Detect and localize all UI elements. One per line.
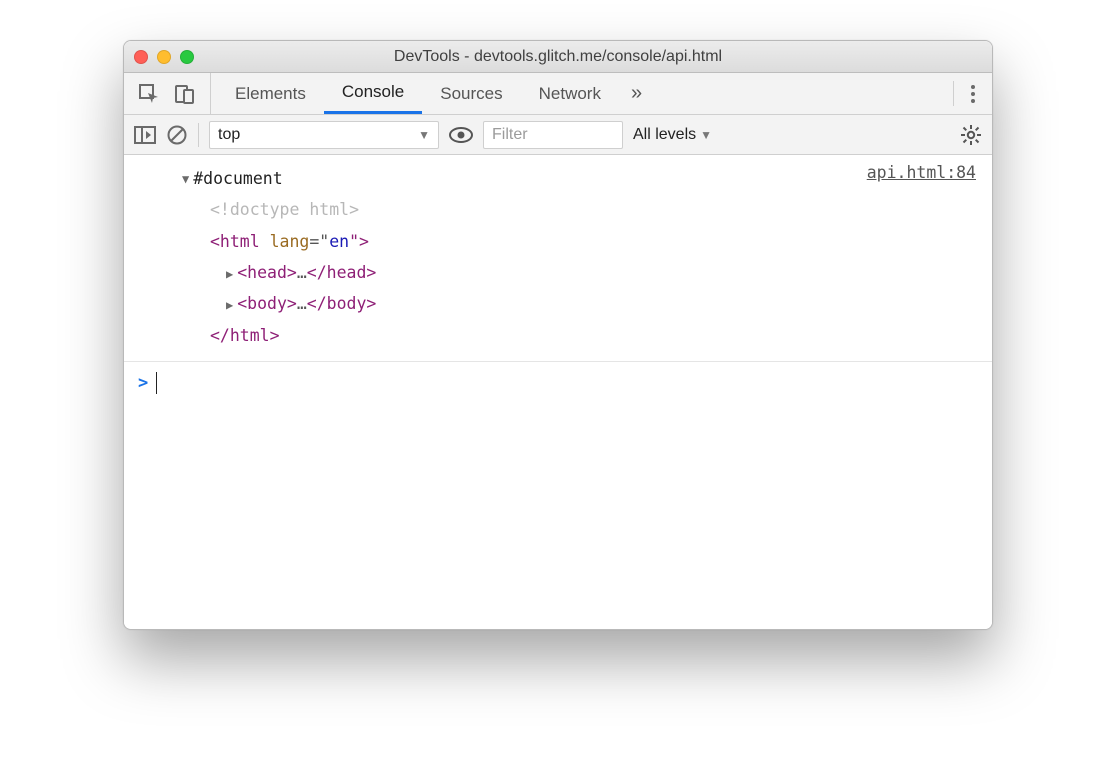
divider	[198, 123, 199, 147]
tree-root[interactable]: #document	[140, 163, 976, 194]
context-selector[interactable]: top ▼	[209, 121, 439, 149]
tab-sources[interactable]: Sources	[422, 73, 520, 114]
body-node[interactable]: <body>…</body>	[140, 288, 976, 319]
tabs-left-icons	[124, 73, 211, 114]
tab-list: Elements Console Sources Network »	[211, 73, 953, 114]
close-button[interactable]	[134, 50, 148, 64]
disclosure-triangle-icon[interactable]	[226, 257, 233, 288]
source-link[interactable]: api.html:84	[867, 163, 976, 182]
inspect-element-icon[interactable]	[138, 83, 160, 105]
document-node-label: #document	[193, 169, 282, 188]
toggle-sidebar-icon[interactable]	[134, 125, 156, 145]
filter-input[interactable]	[483, 121, 623, 149]
tabs-row: Elements Console Sources Network »	[124, 73, 992, 115]
device-toolbar-icon[interactable]	[174, 83, 196, 105]
settings-kebab-icon[interactable]	[954, 73, 992, 114]
html-close-node[interactable]: </html>	[140, 320, 976, 351]
console-prompt[interactable]: >	[124, 362, 992, 404]
tab-network[interactable]: Network	[521, 73, 619, 114]
text-cursor	[156, 372, 157, 394]
log-levels-selector[interactable]: All levels ▼	[633, 126, 712, 144]
context-selector-value: top	[218, 126, 240, 144]
disclosure-triangle-icon[interactable]	[226, 288, 233, 319]
html-open-node[interactable]: <html lang="en">	[140, 226, 976, 257]
console-toolbar: top ▼ All levels ▼	[124, 115, 992, 155]
head-node[interactable]: <head>…</head>	[140, 257, 976, 288]
chevron-down-icon: ▼	[700, 128, 712, 142]
traffic-lights	[134, 50, 194, 64]
tab-elements[interactable]: Elements	[217, 73, 324, 114]
minimize-button[interactable]	[157, 50, 171, 64]
window-title: DevTools - devtools.glitch.me/console/ap…	[124, 48, 992, 66]
titlebar: DevTools - devtools.glitch.me/console/ap…	[124, 41, 992, 73]
console-body: api.html:84 #document <!doctype html> <h…	[124, 155, 992, 629]
console-settings-gear-icon[interactable]	[960, 124, 982, 146]
live-expression-icon[interactable]	[449, 126, 473, 144]
disclosure-triangle-icon[interactable]	[182, 162, 189, 193]
chevron-down-icon: ▼	[418, 128, 430, 142]
doctype-node[interactable]: <!doctype html>	[140, 194, 976, 225]
console-message: api.html:84 #document <!doctype html> <h…	[124, 155, 992, 362]
clear-console-icon[interactable]	[166, 124, 188, 146]
devtools-window: DevTools - devtools.glitch.me/console/ap…	[123, 40, 993, 630]
tabs-overflow-button[interactable]: »	[619, 73, 654, 114]
prompt-chevron-icon: >	[138, 373, 148, 393]
tab-console[interactable]: Console	[324, 73, 422, 114]
log-levels-label: All levels	[633, 126, 696, 144]
maximize-button[interactable]	[180, 50, 194, 64]
